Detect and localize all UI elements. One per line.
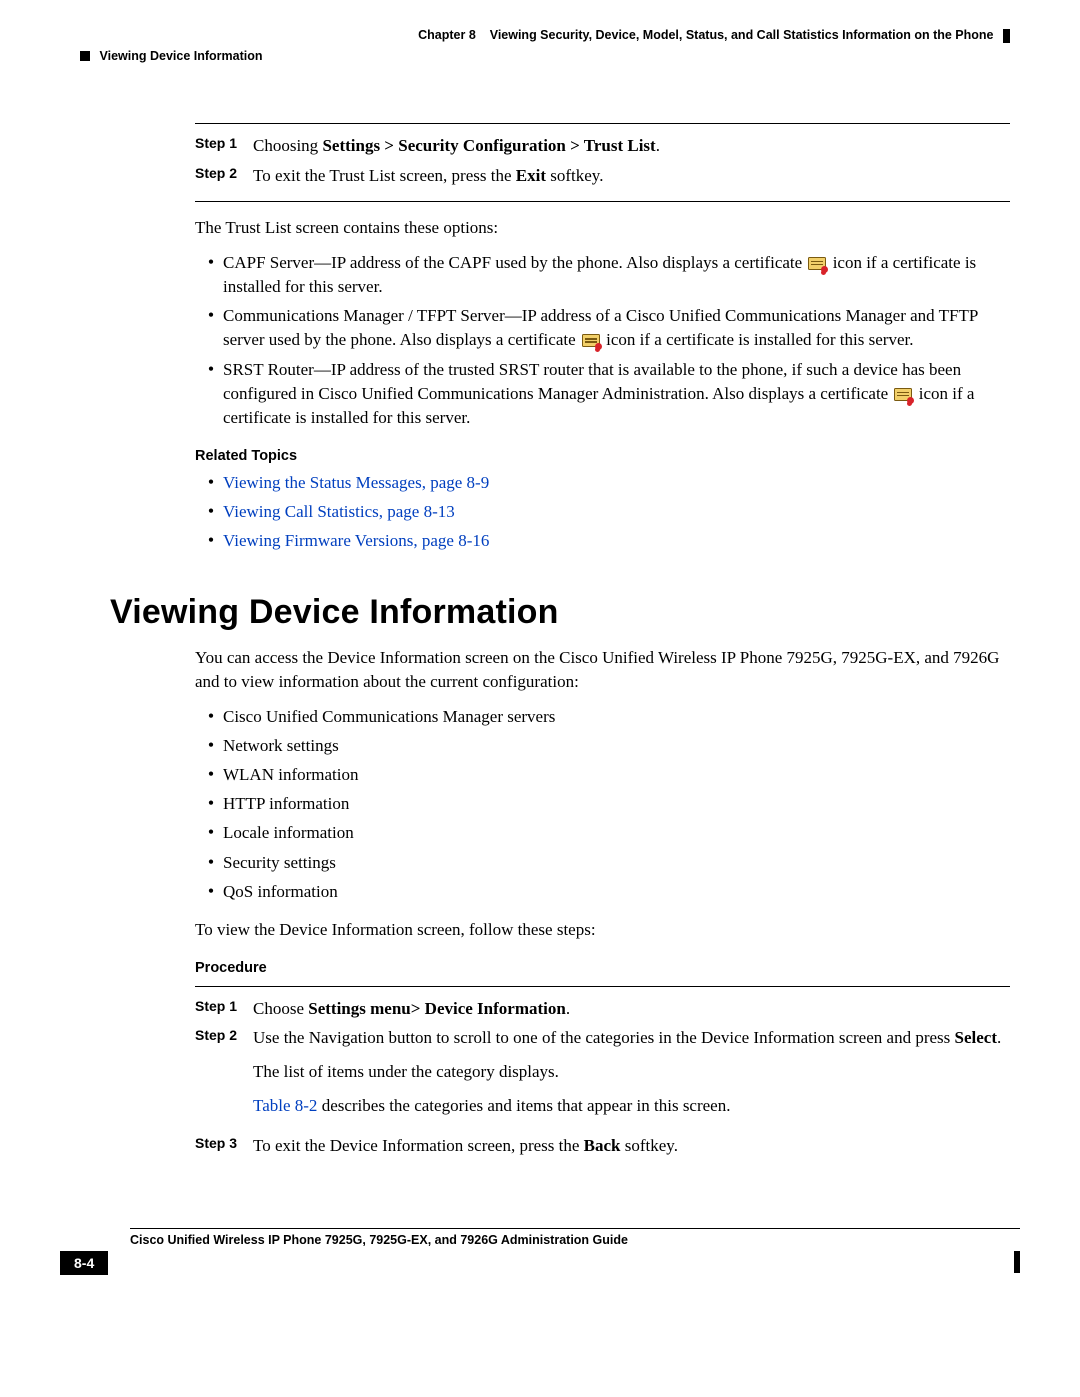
page-title: Viewing Device Information bbox=[110, 593, 1020, 632]
device-info-follow: To view the Device Information screen, f… bbox=[195, 918, 1010, 942]
divider bbox=[195, 201, 1010, 202]
proc2-step: Step 2 Use the Navigation button to scro… bbox=[195, 1026, 1010, 1127]
step-text: Use the Navigation button to scroll to o… bbox=[253, 1026, 1010, 1127]
list-item: Security settings bbox=[223, 850, 1010, 875]
list-item: SRST Router—IP address of the trusted SR… bbox=[223, 357, 1010, 430]
list-item: Viewing Call Statistics, page 8-13 bbox=[223, 499, 1010, 524]
chapter-title: Viewing Security, Device, Model, Status,… bbox=[490, 28, 994, 42]
list-item: Viewing the Status Messages, page 8-9 bbox=[223, 470, 1010, 495]
related-topics-heading: Related Topics bbox=[195, 448, 1010, 464]
certificate-icon bbox=[582, 334, 600, 347]
related-link[interactable]: Viewing Call Statistics, page 8-13 bbox=[223, 502, 455, 521]
device-info-intro: You can access the Device Information sc… bbox=[195, 646, 1010, 694]
list-item: Viewing Firmware Versions, page 8-16 bbox=[223, 528, 1010, 553]
table-link[interactable]: Table 8-2 bbox=[253, 1096, 317, 1115]
proc1-step: Step 1 Choosing Settings > Security Conf… bbox=[195, 134, 1010, 158]
page-number: 8-4 bbox=[60, 1251, 108, 1275]
divider bbox=[195, 123, 1010, 124]
related-link[interactable]: Viewing the Status Messages, page 8-9 bbox=[223, 473, 489, 492]
page-footer: Cisco Unified Wireless IP Phone 7925G, 7… bbox=[60, 1228, 1020, 1275]
step-label: Step 1 bbox=[195, 997, 253, 1017]
step-label: Step 2 bbox=[195, 1026, 253, 1046]
list-item: Cisco Unified Communications Manager ser… bbox=[223, 704, 1010, 729]
footer-divider bbox=[130, 1228, 1020, 1229]
proc1-step: Step 2 To exit the Trust List screen, pr… bbox=[195, 164, 1010, 188]
list-item: Communications Manager / TFPT Server—IP … bbox=[223, 303, 1010, 352]
footer-guide-title: Cisco Unified Wireless IP Phone 7925G, 7… bbox=[130, 1233, 1020, 1247]
list-item: WLAN information bbox=[223, 762, 1010, 787]
header-rule-icon bbox=[1003, 29, 1010, 43]
proc2-step: Step 3 To exit the Device Information sc… bbox=[195, 1134, 1010, 1158]
step-label: Step 2 bbox=[195, 164, 253, 184]
step-text: To exit the Trust List screen, press the… bbox=[253, 164, 1010, 188]
divider bbox=[195, 986, 1010, 987]
page-header: Chapter 8 Viewing Security, Device, Mode… bbox=[60, 28, 1020, 43]
trust-list-intro: The Trust List screen contains these opt… bbox=[195, 216, 1010, 240]
step-text: To exit the Device Information screen, p… bbox=[253, 1134, 1010, 1158]
step-label: Step 3 bbox=[195, 1134, 253, 1154]
step-text: Choose Settings menu> Device Information… bbox=[253, 997, 1010, 1021]
bullet-square-icon bbox=[80, 51, 90, 61]
list-item: QoS information bbox=[223, 879, 1010, 904]
header-section-row: Viewing Device Information bbox=[60, 49, 1020, 63]
step-label: Step 1 bbox=[195, 134, 253, 154]
list-item: HTTP information bbox=[223, 791, 1010, 816]
footer-rule-icon bbox=[1014, 1251, 1020, 1273]
certificate-icon bbox=[808, 257, 826, 270]
step-text: Choosing Settings > Security Configurati… bbox=[253, 134, 1010, 158]
proc2-step: Step 1 Choose Settings menu> Device Info… bbox=[195, 997, 1010, 1021]
list-item: Locale information bbox=[223, 820, 1010, 845]
related-link[interactable]: Viewing Firmware Versions, page 8-16 bbox=[223, 531, 489, 550]
certificate-icon bbox=[894, 388, 912, 401]
procedure-heading: Procedure bbox=[195, 960, 1010, 976]
list-item: CAPF Server—IP address of the CAPF used … bbox=[223, 250, 1010, 299]
list-item: Network settings bbox=[223, 733, 1010, 758]
chapter-label: Chapter 8 bbox=[418, 28, 476, 42]
header-section: Viewing Device Information bbox=[99, 49, 262, 63]
